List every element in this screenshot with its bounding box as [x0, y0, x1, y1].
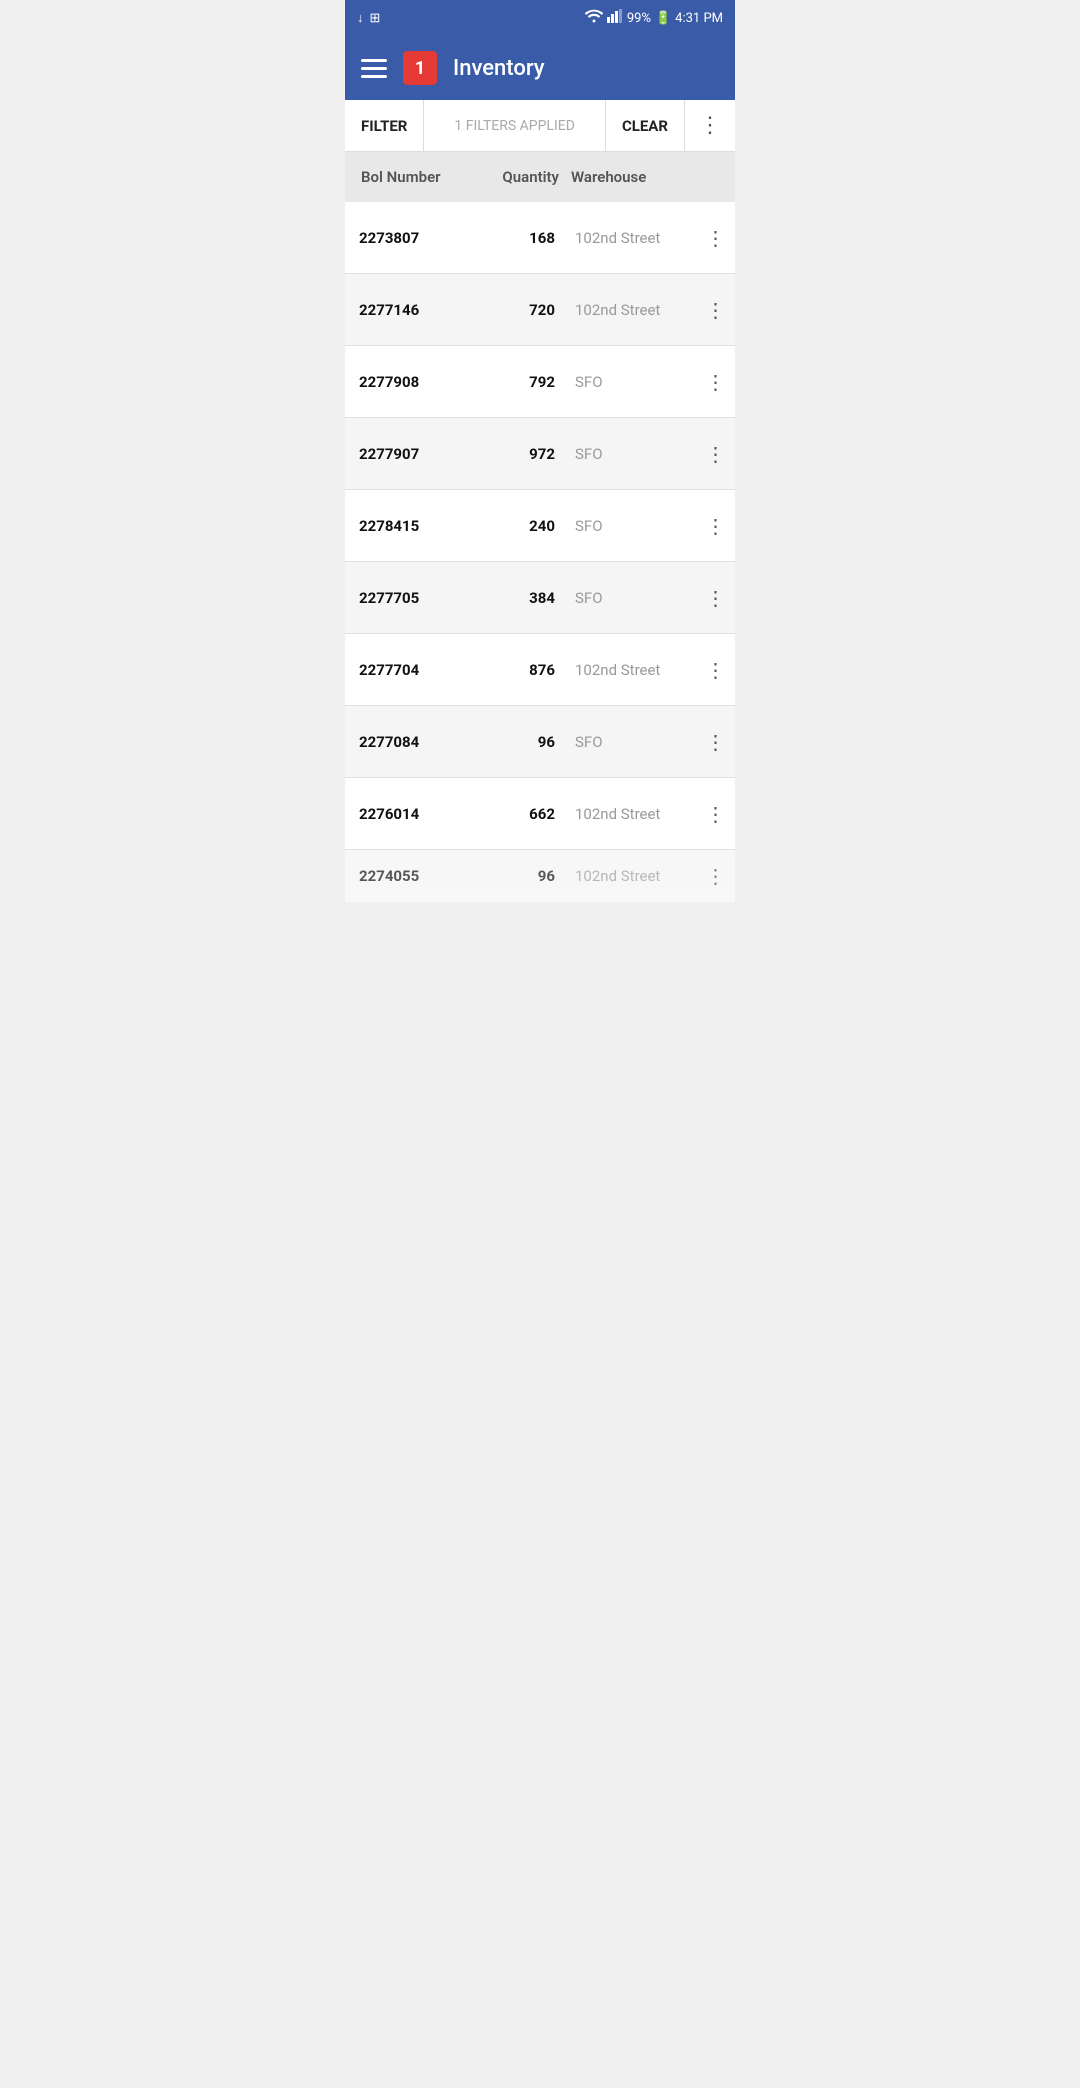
quantity: 96 [475, 723, 565, 761]
warehouse: 102nd Street [565, 795, 695, 833]
col-header-actions [685, 164, 725, 190]
table-row: 2277704 876 102nd Street ⋮ [345, 634, 735, 706]
row-menu-button[interactable]: ⋮ [702, 862, 729, 890]
warehouse: 102nd Street [565, 291, 695, 329]
row-menu-button[interactable]: ⋮ [702, 800, 729, 828]
notification-count: 1 [415, 58, 425, 79]
table-row: 2276014 662 102nd Street ⋮ [345, 778, 735, 850]
quantity: 240 [475, 507, 565, 545]
table-row: 2273807 168 102nd Street ⋮ [345, 202, 735, 274]
warehouse: SFO [565, 579, 695, 617]
quantity: 720 [475, 291, 565, 329]
menu-button[interactable] [361, 59, 387, 78]
quantity: 792 [475, 363, 565, 401]
quantity: 662 [475, 795, 565, 833]
app-title: Inventory [453, 56, 545, 81]
row-menu-button[interactable]: ⋮ [702, 440, 729, 468]
bol-number: 2276014 [345, 795, 475, 833]
table-row: 2274055 96 102nd Street ⋮ [345, 850, 735, 902]
app-bar: 1 Inventory [345, 36, 735, 100]
row-actions[interactable]: ⋮ [695, 358, 735, 406]
table-row: 2278415 240 SFO ⋮ [345, 490, 735, 562]
row-actions[interactable]: ⋮ [695, 646, 735, 694]
vertical-dots-icon: ⋮ [699, 113, 721, 138]
warehouse: 102nd Street [565, 857, 695, 895]
bol-number: 2273807 [345, 219, 475, 257]
col-header-bol: Bol Number [355, 164, 475, 190]
row-menu-button[interactable]: ⋮ [702, 728, 729, 756]
row-menu-button[interactable]: ⋮ [702, 584, 729, 612]
notification-badge[interactable]: 1 [403, 51, 437, 85]
row-actions[interactable]: ⋮ [695, 718, 735, 766]
row-menu-button[interactable]: ⋮ [702, 656, 729, 684]
battery-text: 99% [627, 11, 651, 26]
battery-icon: 🔋 [655, 11, 671, 26]
col-header-qty: Quantity [475, 164, 565, 190]
row-actions[interactable]: ⋮ [695, 430, 735, 478]
filters-applied-text: 1 FILTERS APPLIED [424, 118, 605, 134]
warehouse: SFO [565, 435, 695, 473]
wifi-icon [585, 9, 603, 27]
bol-number: 2277907 [345, 435, 475, 473]
filter-bar: FILTER 1 FILTERS APPLIED CLEAR ⋮ [345, 100, 735, 152]
row-menu-button[interactable]: ⋮ [702, 296, 729, 324]
notification-icon: ⊞ [370, 11, 381, 26]
quantity: 168 [475, 219, 565, 257]
row-actions[interactable]: ⋮ [695, 574, 735, 622]
warehouse: 102nd Street [565, 219, 695, 257]
time: 4:31 PM [675, 11, 723, 26]
status-bar: ↓ ⊞ 99% 🔋 4:31 PM [345, 0, 735, 36]
row-actions[interactable]: ⋮ [695, 790, 735, 838]
warehouse: SFO [565, 507, 695, 545]
bol-number: 2277705 [345, 579, 475, 617]
table-row: 2277705 384 SFO ⋮ [345, 562, 735, 634]
warehouse: 102nd Street [565, 651, 695, 689]
bol-number: 2277704 [345, 651, 475, 689]
filter-button[interactable]: FILTER [345, 100, 424, 151]
table-row: 2277146 720 102nd Street ⋮ [345, 274, 735, 346]
row-actions[interactable]: ⋮ [695, 286, 735, 334]
warehouse: SFO [565, 363, 695, 401]
bol-number: 2277084 [345, 723, 475, 761]
quantity: 972 [475, 435, 565, 473]
table-row: 2277908 792 SFO ⋮ [345, 346, 735, 418]
download-icon: ↓ [357, 10, 364, 26]
bol-number: 2277146 [345, 291, 475, 329]
table-body: 2273807 168 102nd Street ⋮ 2277146 720 1… [345, 202, 735, 902]
row-menu-button[interactable]: ⋮ [702, 512, 729, 540]
col-header-warehouse: Warehouse [565, 164, 685, 190]
row-menu-button[interactable]: ⋮ [702, 368, 729, 396]
quantity: 96 [475, 857, 565, 895]
bol-number: 2277908 [345, 363, 475, 401]
bol-number: 2278415 [345, 507, 475, 545]
table-header: Bol Number Quantity Warehouse [345, 152, 735, 202]
warehouse: SFO [565, 723, 695, 761]
row-actions[interactable]: ⋮ [695, 502, 735, 550]
row-menu-button[interactable]: ⋮ [702, 224, 729, 252]
bol-number: 2274055 [345, 857, 475, 895]
quantity: 876 [475, 651, 565, 689]
table-row: 2277907 972 SFO ⋮ [345, 418, 735, 490]
row-actions[interactable]: ⋮ [695, 214, 735, 262]
more-options-button[interactable]: ⋮ [685, 100, 735, 151]
signal-icon [607, 9, 623, 27]
quantity: 384 [475, 579, 565, 617]
row-actions[interactable]: ⋮ [695, 852, 735, 900]
status-icons-right: 99% 🔋 4:31 PM [585, 9, 723, 27]
table-row: 2277084 96 SFO ⋮ [345, 706, 735, 778]
status-icons-left: ↓ ⊞ [357, 10, 380, 26]
clear-button[interactable]: CLEAR [605, 100, 685, 151]
